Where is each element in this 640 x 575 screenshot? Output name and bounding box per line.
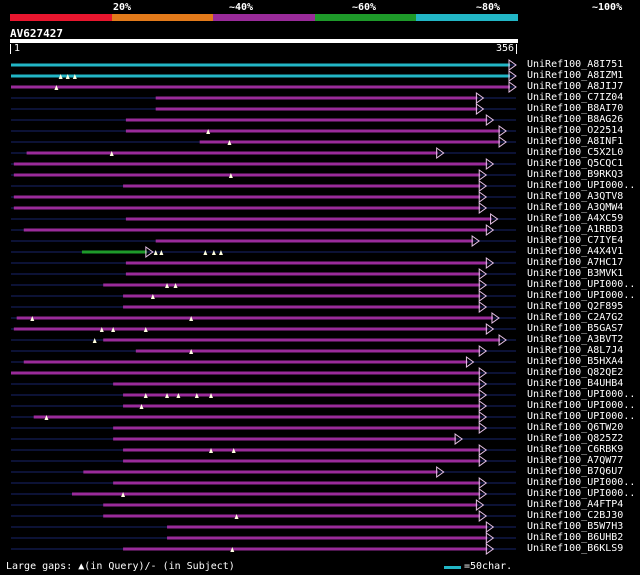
hit-label[interactable]: UniRef100_UPI000.. [527, 477, 635, 488]
hit-label[interactable]: UniRef100_B8AG26 [527, 114, 623, 125]
hit-label[interactable]: UniRef100_UPI000.. [527, 180, 635, 191]
hit-label[interactable]: UniRef100_UPI000.. [527, 400, 635, 411]
hit-label[interactable]: UniRef100_B3MVK1 [527, 268, 623, 279]
hit-label[interactable]: UniRef100_A7HC17 [527, 257, 623, 268]
hit-label[interactable]: UniRef100_B4UHB4 [527, 378, 623, 389]
hit-label[interactable]: UniRef100_A8I751 [527, 59, 623, 70]
hit-label[interactable]: UniRef100_B5HXA4 [527, 356, 623, 367]
hit-label[interactable]: UniRef100_UPI000.. [527, 290, 635, 301]
hit-label[interactable]: UniRef100_O22514 [527, 125, 623, 136]
query-gap-label: (in Query)/ [84, 561, 151, 572]
hit-label[interactable]: UniRef100_A4XC59 [527, 213, 623, 224]
hit-label[interactable]: UniRef100_A1RBD3 [527, 224, 623, 235]
subject-gap-label: - (in Subject) [150, 561, 235, 572]
hit-label[interactable]: UniRef100_A4FTP4 [527, 499, 623, 510]
hit-label[interactable]: UniRef100_B6KLS9 [527, 543, 623, 554]
hit-label[interactable]: UniRef100_B8AI70 [527, 103, 623, 114]
hit-label[interactable]: UniRef100_A8IZM1 [527, 70, 623, 81]
hit-label[interactable]: UniRef100_UPI000.. [527, 488, 635, 499]
hit-label[interactable]: UniRef100_UPI000.. [527, 279, 635, 290]
hit-label[interactable]: UniRef100_C2A7G2 [527, 312, 623, 323]
hit-label[interactable]: UniRef100_UPI000.. [527, 411, 635, 422]
hit-label[interactable]: UniRef100_C5X2L0 [527, 147, 623, 158]
hit-label[interactable]: UniRef100_A7QW77 [527, 455, 623, 466]
footer-legend: Large gaps: ▲(in Query)/- (in Subject) [6, 561, 235, 572]
hit-label[interactable]: UniRef100_UPI000.. [527, 389, 635, 400]
gaps-label: Large gaps: [6, 561, 73, 572]
hit-label[interactable]: UniRef100_A3QTV8 [527, 191, 623, 202]
hit-label[interactable]: UniRef100_A8INF1 [527, 136, 623, 147]
hit-label[interactable]: UniRef100_B9RKQ3 [527, 169, 623, 180]
hit-label[interactable]: UniRef100_A8L7J4 [527, 345, 623, 356]
hit-label[interactable]: UniRef100_B5W7H3 [527, 521, 623, 532]
hit-label[interactable]: UniRef100_Q5CQC1 [527, 158, 623, 169]
hit-label[interactable]: UniRef100_Q82QE2 [527, 367, 623, 378]
hit-label[interactable]: UniRef100_C7IZ04 [527, 92, 623, 103]
hit-label[interactable]: UniRef100_C2BJ30 [527, 510, 623, 521]
hit-label[interactable]: UniRef100_B7Q6U7 [527, 466, 623, 477]
scale-legend-text: =50char. [464, 561, 513, 572]
hit-label[interactable]: UniRef100_C7IYE4 [527, 235, 623, 246]
hit-label[interactable]: UniRef100_Q2F895 [527, 301, 623, 312]
hit-label[interactable]: UniRef100_B5GAS7 [527, 323, 623, 334]
scale-legend-bar [444, 566, 461, 569]
hit-label[interactable]: UniRef100_A3BVT2 [527, 334, 623, 345]
hit-label[interactable]: UniRef100_Q825Z2 [527, 433, 623, 444]
hit-label[interactable]: UniRef100_B6UHB2 [527, 532, 623, 543]
hit-label[interactable]: UniRef100_A3QMW4 [527, 202, 623, 213]
hit-label[interactable]: UniRef100_A4X4V1 [527, 246, 623, 257]
hit-label[interactable]: UniRef100_C6RBK9 [527, 444, 623, 455]
hit-label[interactable]: UniRef100_A8JIJ7 [527, 81, 623, 92]
hit-label[interactable]: UniRef100_Q6TW20 [527, 422, 623, 433]
